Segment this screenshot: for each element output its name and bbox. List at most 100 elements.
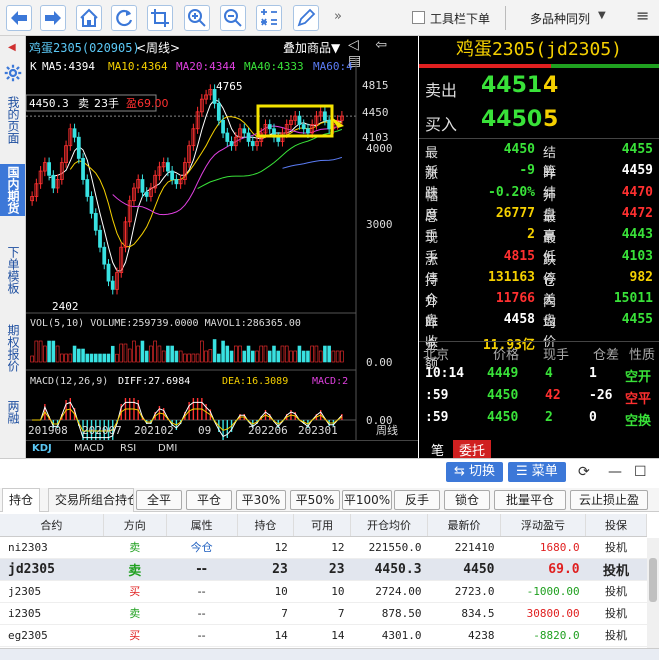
col-direction[interactable]: 方向 [103,514,167,537]
draw-button[interactable] [293,5,319,31]
kline-chart-panel[interactable]: 鸡蛋2305(020905) <周线> 叠加商品▼ ◁ ⇦ ▤ K MA5:43… [26,36,418,458]
position-tag-side: 卖 [78,97,89,110]
volume-bar [238,345,242,363]
volume-bar [242,350,247,363]
home-button[interactable] [76,5,102,31]
zoom-in-button[interactable] [184,5,210,31]
col-attribute[interactable]: 属性 [166,514,238,537]
cell-dir: 卖 [103,536,167,559]
sidebar-tab-order-template[interactable]: 下单模板 [0,244,25,296]
ma-line [282,156,343,169]
chevron-down-icon[interactable]: ▼ [598,10,606,21]
overlay-commodity-button[interactable]: 叠加商品▼ [283,39,340,56]
formula-button[interactable] [256,5,282,31]
cell-dir: 买 [103,580,167,603]
indicator-tab-macd[interactable]: MACD [74,443,104,454]
sidebar-tab-options-quote[interactable]: 期权报价 [0,322,25,374]
cell-hold: 23 [237,558,294,581]
switch-button[interactable]: ⇆ 切换 [446,462,504,482]
col-available[interactable]: 可用 [293,514,352,537]
volume-bar [119,343,124,363]
table-row[interactable]: i2305 卖 -- 7 7 878.50 834.5 30800.00 投机 [0,602,647,625]
indicator-tab-dmi[interactable]: DMI [158,443,177,454]
refresh-icon[interactable]: ⟳ [578,464,590,480]
col-last-price[interactable]: 最新价 [427,514,501,537]
sidebar-tab-my-page[interactable]: 我的页面 [0,94,25,146]
action-close-30[interactable]: 平30% [236,490,286,510]
trade-qty: 42 [545,388,561,403]
col-contract[interactable]: 合约 [0,514,104,537]
col-holding[interactable]: 持仓 [237,514,295,537]
volume-bar [93,353,98,363]
volume-bar [157,345,162,363]
cell-pnl: 1680.0 [500,536,586,559]
col-hedge[interactable]: 投保 [585,514,647,537]
buy-row[interactable]: 买入 4450 5 [419,106,659,136]
refresh-button[interactable] [111,5,137,31]
multi-layout-select[interactable]: 多品种同列 [530,10,590,27]
back-button[interactable] [6,5,32,31]
table-row[interactable]: eg2305 买 -- 14 14 4301.0 4238 -8820.0 投机 [0,624,647,647]
cell-open: 2724.00 [350,580,428,603]
quote-field-value: 4815 [503,248,535,264]
quote-field-value: 4103 [621,248,653,264]
action-close-100[interactable]: 平100% [342,490,392,510]
col-float-pnl[interactable]: 浮动盈亏 [500,514,587,537]
hamburger-menu-icon[interactable]: ≡ [636,6,649,25]
position-tag-qty: 23手 [94,96,119,110]
maximize-icon[interactable]: ☐ [634,464,647,480]
action-lock[interactable]: 锁仓 [444,490,490,510]
cell-last: 4450 [427,558,501,581]
cell-attr: 今仓 [166,536,238,559]
menu-button[interactable]: ☰ 菜单 [508,462,566,482]
minimize-icon[interactable]: — [608,464,622,480]
forward-button[interactable] [40,5,66,31]
quote-tab-order[interactable]: 委托 [453,440,492,458]
left-sidebar: ◀ 我的页面 国内期货 下单模板 期权报价 两融 [0,36,26,458]
formula-icon [261,9,277,26]
cell-last: 834.5 [427,602,501,625]
cell-hold: 7 [237,602,294,625]
table-row[interactable]: ni2303 卖今仓 12 12 221550.0 221410 1680.0 投机 [0,536,647,559]
buy-price[interactable]: 4450 [481,107,542,132]
tab-positions[interactable]: 持仓 [2,488,41,512]
toolbar-order-checkbox[interactable] [412,11,425,24]
toolbar-overflow-icon[interactable]: » [334,9,342,24]
quote-field-value: 4458 [503,312,535,328]
collapse-arrow-icon[interactable]: ◀ [8,42,16,53]
indicator-tab-kdj[interactable]: KDJ [32,443,52,454]
volume-bar [289,350,293,363]
scrollbar-thumb[interactable] [649,558,657,602]
chart-cycle-label[interactable]: <周线> [136,39,180,56]
table-scrollbar[interactable] [647,538,659,648]
action-close-all[interactable]: 全平 [136,490,182,510]
indicator-tab-rsi[interactable]: RSI [120,443,136,454]
candle-body [242,128,247,134]
trade-time: 10:14 [425,366,465,381]
action-cloud-stop[interactable]: 云止损止盈 [570,490,648,510]
sidebar-tab-margin[interactable]: 两融 [0,398,25,426]
action-batch-close[interactable]: 批量平仓 [494,490,566,510]
volume-bar [72,345,77,363]
action-close-50[interactable]: 平50% [290,490,340,510]
sell-row[interactable]: 卖出 4451 4 [419,72,659,102]
col-open-avg[interactable]: 开仓均价 [350,514,429,537]
zoom-out-button[interactable] [220,5,246,31]
gear-icon[interactable] [4,64,22,82]
action-close[interactable]: 平仓 [186,490,232,510]
ma40-label: MA40:4333 [244,60,304,73]
crop-button[interactable] [147,5,173,31]
quote-bar-red [419,64,551,68]
quote-panel: 鸡蛋2305(jd2305) 卖出 4451 4 买入 4450 5 最新 445… [419,36,659,458]
ma5-label: MA5:4394 [42,60,95,73]
candle-body [76,136,81,159]
sidebar-tab-domestic-futures[interactable]: 国内期货 [0,164,25,216]
sell-price[interactable]: 4451 [481,73,542,98]
quote-tab-tick[interactable]: 笔 [425,440,450,458]
volume-bar [38,340,43,363]
table-row[interactable]: jd2305 卖 -- 23 23 4450.3 4450 69.0 投机 [0,558,647,581]
table-row[interactable]: j2305 买 -- 10 10 2724.00 2723.0 -1000.00 投机 [0,580,647,603]
trade-bottom-bar [0,648,659,660]
tab-exchange-combo-positions[interactable]: 交易所组合持仓 [48,488,134,512]
action-reverse[interactable]: 反手 [394,490,440,510]
